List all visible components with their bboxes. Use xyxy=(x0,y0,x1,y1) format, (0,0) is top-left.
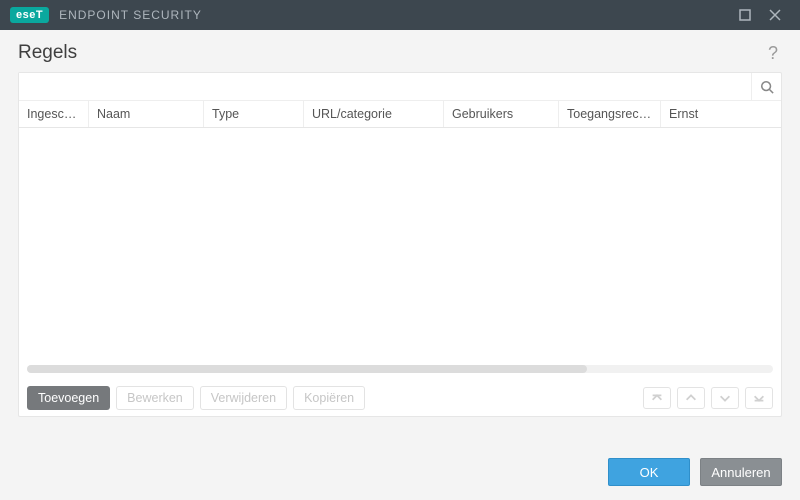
window-close-button[interactable] xyxy=(760,0,790,30)
column-header[interactable]: Ernst xyxy=(661,101,761,127)
table-body[interactable] xyxy=(19,128,781,379)
copy-button: Kopiëren xyxy=(293,386,365,410)
column-header[interactable]: Ingesch... xyxy=(19,101,89,127)
add-button[interactable]: Toevoegen xyxy=(27,386,110,410)
delete-button: Verwijderen xyxy=(200,386,287,410)
search-row xyxy=(19,73,781,101)
column-header[interactable]: Gebruikers xyxy=(444,101,559,127)
brand-logo: eseT xyxy=(10,7,49,23)
chevron-up-icon xyxy=(684,391,698,405)
column-header[interactable]: URL/categorie xyxy=(304,101,444,127)
scrollbar-thumb[interactable] xyxy=(27,365,587,373)
search-icon xyxy=(760,80,774,94)
chevron-down-icon xyxy=(718,391,732,405)
rules-table: Ingesch...NaamTypeURL/categorieGebruiker… xyxy=(19,101,781,379)
window-maximize-button[interactable] xyxy=(730,0,760,30)
chevron-top-icon xyxy=(650,391,664,405)
close-icon xyxy=(769,9,781,21)
brand-name: ENDPOINT SECURITY xyxy=(59,8,202,22)
maximize-icon xyxy=(739,9,751,21)
move-top-button xyxy=(643,387,671,409)
table-header-row: Ingesch...NaamTypeURL/categorieGebruiker… xyxy=(19,101,781,128)
column-header[interactable]: Naam xyxy=(89,101,204,127)
cancel-button[interactable]: Annuleren xyxy=(700,458,782,486)
page-title: Regels xyxy=(18,42,77,64)
window-titlebar: eseT ENDPOINT SECURITY xyxy=(0,0,800,30)
horizontal-scrollbar[interactable] xyxy=(27,365,773,373)
help-icon: ? xyxy=(768,43,778,63)
rules-panel: Ingesch...NaamTypeURL/categorieGebruiker… xyxy=(18,72,782,417)
move-bottom-button xyxy=(745,387,773,409)
search-input[interactable] xyxy=(19,73,751,100)
search-button[interactable] xyxy=(751,73,781,100)
chevron-bottom-icon xyxy=(752,391,766,405)
column-header[interactable]: Type xyxy=(204,101,304,127)
edit-button: Bewerken xyxy=(116,386,194,410)
column-header[interactable]: Toegangsrechten xyxy=(559,101,661,127)
action-row: Toevoegen Bewerken Verwijderen Kopiëren xyxy=(19,379,781,416)
dialog-footer: OK Annuleren xyxy=(608,458,782,486)
ok-button[interactable]: OK xyxy=(608,458,690,486)
help-button[interactable]: ? xyxy=(764,43,782,64)
page-header: Regels ? xyxy=(0,30,800,72)
move-down-button xyxy=(711,387,739,409)
move-up-button xyxy=(677,387,705,409)
